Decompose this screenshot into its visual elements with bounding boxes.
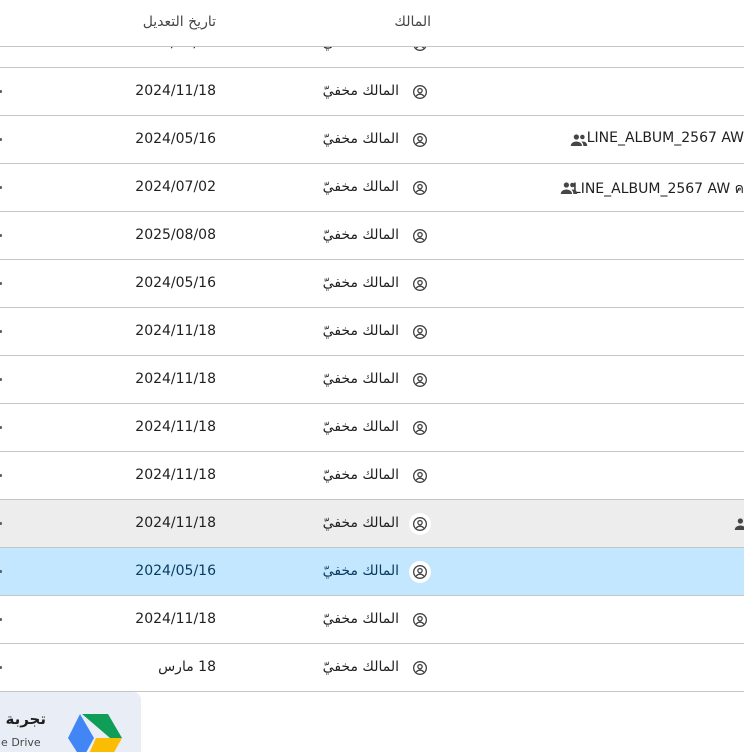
promo-subtitle: le Drive xyxy=(0,736,41,749)
row-more-handle[interactable] xyxy=(0,90,2,93)
account-circle-icon xyxy=(412,84,428,100)
account-circle-icon xyxy=(412,420,428,436)
file-name[interactable]: LINE_ALBUM_2567 AW xyxy=(587,130,744,146)
row-more-handle[interactable] xyxy=(0,378,2,381)
account-circle-icon xyxy=(412,468,428,484)
modified-date: 2024/05/16 xyxy=(135,563,216,579)
people-icon xyxy=(734,516,744,530)
table-row[interactable]: المالك مخفيّ 2024/11/18 xyxy=(0,356,744,404)
people-icon xyxy=(570,132,588,146)
promo-title: تجربة xyxy=(5,710,46,728)
modified-date: 2024/11/18 xyxy=(135,323,216,339)
google-drive-logo-icon xyxy=(68,714,122,752)
account-circle-icon xyxy=(409,513,431,535)
account-circle-icon xyxy=(412,372,428,388)
owner-name: المالك مخفيّ xyxy=(322,467,399,483)
owner-name: المالك مخفيّ xyxy=(322,323,399,339)
account-circle-icon xyxy=(412,132,428,148)
table-row[interactable]: المالك مخفيّ 2024/11/18 xyxy=(0,404,744,452)
table-row[interactable]: المالك مخفيّ 2024/11/18 xyxy=(0,596,744,644)
modified-date: 2024/11/18 xyxy=(135,611,216,627)
account-circle-icon xyxy=(409,561,431,583)
owner-name: المالك مخفيّ xyxy=(322,179,399,195)
table-row[interactable]: المالك مخفيّ 2024/11/18 xyxy=(0,500,744,548)
table-row[interactable]: المالك مخفيّ 2024/05/16 xyxy=(0,548,744,596)
row-more-handle[interactable] xyxy=(0,282,2,285)
row-more-handle[interactable] xyxy=(0,474,2,477)
modified-date: 2025/08/08 xyxy=(135,227,216,243)
file-name[interactable]: LINE_ALBUM_2567 AW ค xyxy=(573,178,744,200)
owner-name: المالك مخفيّ xyxy=(322,611,399,627)
modified-date: 2024/11/18 xyxy=(135,419,216,435)
row-more-handle[interactable] xyxy=(0,618,2,621)
table-row[interactable]: LINE_ALBUM_2567 AW ค المالك مخفيّ 2024/07/… xyxy=(0,164,744,212)
row-more-handle[interactable] xyxy=(0,522,2,525)
owner-name: المالك مخفيّ xyxy=(322,515,399,531)
row-more-handle[interactable] xyxy=(0,186,2,189)
row-more-handle[interactable] xyxy=(0,570,2,573)
list-header: المالك تاريخ التعديل xyxy=(0,0,744,47)
owner-name: المالك مخفيّ xyxy=(322,419,399,435)
row-more-handle[interactable] xyxy=(0,666,2,669)
table-row[interactable]: المالك مخفيّ 2024/11/18 xyxy=(0,452,744,500)
account-circle-icon xyxy=(412,180,428,196)
modified-date: 2024/11/18 xyxy=(135,371,216,387)
table-row[interactable]: المالك مخفيّ 2025/08/08 xyxy=(0,212,744,260)
modified-date: 2024/05/16 xyxy=(135,275,216,291)
owner-name: المالك مخفيّ xyxy=(322,131,399,147)
drive-promo-card[interactable]: تجربة le Drive xyxy=(0,692,141,752)
table-row[interactable]: LINE_ALBUM_2567 AW المالك مخفيّ 2024/05/16 xyxy=(0,116,744,164)
table-row[interactable]: المالك مخفيّ 2024/11/18 xyxy=(0,308,744,356)
table-row[interactable]: المالك مخفيّ 2024/11/18 xyxy=(0,68,744,116)
row-more-handle[interactable] xyxy=(0,234,2,237)
modified-date: 2024/07/02 xyxy=(135,179,216,195)
modified-date: 2024/11/18 xyxy=(135,83,216,99)
account-circle-icon xyxy=(412,612,428,628)
owner-name: المالك مخفيّ xyxy=(322,275,399,291)
owner-name: المالك مخفيّ xyxy=(322,563,399,579)
people-icon xyxy=(560,180,578,194)
column-header-owner[interactable]: المالك xyxy=(394,14,431,30)
account-circle-icon xyxy=(412,228,428,244)
account-circle-icon xyxy=(412,660,428,676)
owner-name: المالك مخفيّ xyxy=(322,83,399,99)
row-more-handle[interactable] xyxy=(0,426,2,429)
modified-date: 2024/11/18 xyxy=(135,467,216,483)
owner-name: المالك مخفيّ xyxy=(322,227,399,243)
owner-name: المالك مخفيّ xyxy=(322,371,399,387)
owner-name: المالك مخفيّ xyxy=(322,659,399,675)
table-row[interactable]: المالك مخفيّ 18 مارس xyxy=(0,644,744,692)
row-more-handle[interactable] xyxy=(0,330,2,333)
row-more-handle[interactable] xyxy=(0,138,2,141)
table-row[interactable]: المالك مخفيّ 2024/05/16 xyxy=(0,260,744,308)
modified-date: 2024/05/16 xyxy=(135,131,216,147)
column-header-modified[interactable]: تاريخ التعديل xyxy=(143,14,216,30)
account-circle-icon xyxy=(412,276,428,292)
modified-date: 18 مارس xyxy=(158,659,216,675)
modified-date: 2024/11/18 xyxy=(135,515,216,531)
account-circle-icon xyxy=(412,324,428,340)
